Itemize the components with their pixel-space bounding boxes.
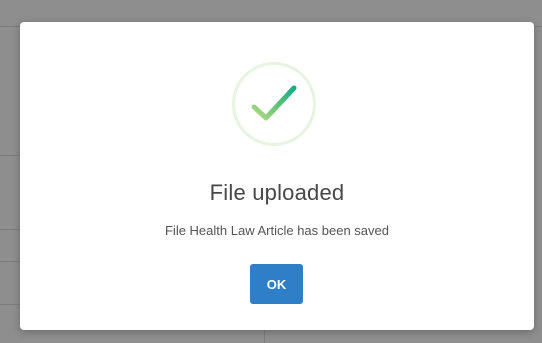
success-ring [232,62,316,146]
background-divider [0,261,22,262]
background-divider [0,155,22,156]
checkmark-icon [251,85,297,121]
background-divider [0,229,22,230]
background-divider [264,330,265,343]
background-divider [0,304,22,305]
dialog-title: File uploaded [209,180,345,205]
dialog-message: File Health Law Article has been saved [164,223,389,238]
ok-button[interactable]: OK [250,264,303,304]
upload-success-dialog: File uploaded File Health Law Article ha… [20,22,534,330]
